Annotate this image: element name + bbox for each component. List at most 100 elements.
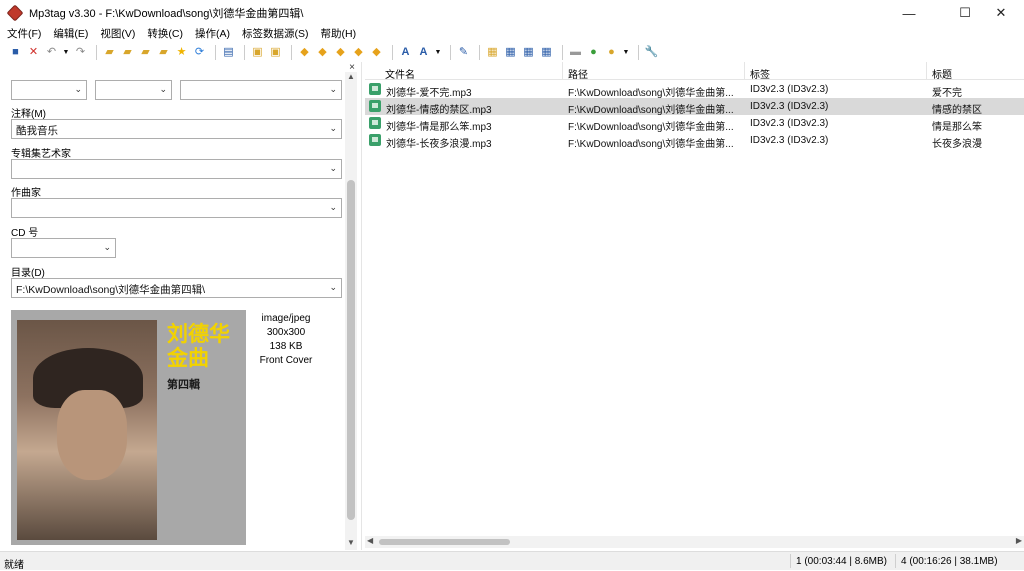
web-sources-dropdown-icon[interactable]: ▼ (622, 45, 630, 60)
quick-action-icon[interactable]: ▦ (521, 45, 536, 60)
web-sources-icon[interactable]: ● (586, 45, 601, 60)
cover-art[interactable]: 刘德华 金曲 第四輯 (11, 310, 246, 545)
tag-panel-scrollbar[interactable]: ▲ ▼ (345, 72, 357, 550)
redo-icon[interactable]: ↷ (73, 45, 88, 60)
image-dimensions: 300x300 (266, 327, 306, 338)
chevron-down-icon: ⌄ (74, 84, 82, 94)
composer-field[interactable]: ⌄ (11, 198, 342, 218)
copy-tag-icon[interactable]: ▣ (250, 45, 265, 60)
export-file-icon[interactable]: ▦ (539, 45, 554, 60)
album-artist-field[interactable]: ⌄ (11, 159, 342, 179)
status-selected: 1 (00:03:44 | 8.6MB) (796, 556, 887, 567)
open-folder-icon[interactable]: ▰ (120, 45, 135, 60)
remove-tag-icon[interactable]: ✕ (26, 45, 41, 60)
edit-icon[interactable]: ✎ (456, 45, 471, 60)
menu-file[interactable]: 文件(F) (0, 26, 46, 41)
directory-value: F:\KwDownload\song\刘德华金曲第四辑\ (16, 284, 206, 296)
title-bar: Mp3tag v3.30 - F:\KwDownload\song\刘德华金曲第… (0, 0, 1024, 26)
refresh-icon[interactable]: ⟳ (192, 45, 207, 60)
toolbar-separator (244, 44, 245, 60)
directory-field[interactable]: F:\KwDownload\song\刘德华金曲第四辑\ ⌄ (11, 278, 342, 298)
paste-tag-icon[interactable]: ▣ (268, 45, 283, 60)
tag-tag-icon[interactable]: ◆ (351, 45, 366, 60)
case-convert-dropdown-icon[interactable]: ▼ (434, 45, 442, 60)
case-convert-icon[interactable]: A (416, 45, 431, 60)
favorite-star-icon[interactable]: ★ (174, 45, 189, 60)
image-size: 138 KB (269, 341, 303, 352)
column-title[interactable]: 标题 (927, 62, 1024, 81)
web-sources-icon[interactable]: ● (604, 45, 619, 60)
cd-field[interactable]: ⌄ (11, 238, 116, 258)
export-icon[interactable]: ▰ (156, 45, 171, 60)
chevron-down-icon: ⌄ (329, 163, 337, 173)
menu-help[interactable]: 帮助(H) (314, 26, 362, 41)
table-row[interactable]: 刘德华-情是那么笨.mp3 F:\KwDownload\song\刘德华金曲第.… (365, 115, 1024, 132)
image-type: Front Cover (259, 355, 313, 366)
autonumber-icon[interactable]: ◆ (369, 45, 384, 60)
scroll-right-icon[interactable]: ▶ (1016, 536, 1022, 545)
scroll-left-icon[interactable]: ◀ (367, 536, 373, 545)
undo-icon[interactable]: ↶ (44, 45, 59, 60)
cd-label: CD 号 (11, 228, 39, 239)
genre-dropdown[interactable]: ⌄ (180, 80, 342, 100)
column-path[interactable]: 路径 (563, 62, 745, 81)
save-playlist-icon[interactable]: ▰ (138, 45, 153, 60)
row-filename: 刘德华-爱不完.mp3 (386, 88, 472, 98)
row-path: F:\KwDownload\song\刘德华金曲第... (568, 139, 734, 149)
menu-view[interactable]: 视图(V) (93, 26, 140, 41)
toolbar-separator (215, 44, 216, 60)
filename-tag-icon[interactable]: ◆ (315, 45, 330, 60)
row-filename: 刘德华-长夜多浪漫.mp3 (386, 139, 492, 149)
tag-filename-icon[interactable]: ◆ (297, 45, 312, 60)
row-title: 爱不完 (932, 88, 962, 98)
window-title: Mp3tag v3.30 - F:\KwDownload\song\刘德华金曲第… (29, 8, 304, 20)
image-info: image/jpeg 300x300 138 KB Front Cover (250, 312, 322, 368)
menu-convert[interactable]: 转换(C) (140, 26, 188, 41)
settings-icon[interactable]: 🔧 (644, 45, 659, 60)
comment-field[interactable]: 酷我音乐 ⌄ (11, 119, 342, 139)
scroll-down-icon[interactable]: ▼ (345, 538, 357, 550)
action-group-icon[interactable]: ▦ (503, 45, 518, 60)
toolbar: ■ ✕ ↶ ▼ ↷ ▰ ▰ ▰ ▰ ★ ⟳ ▤ ▣ ▣ ◆ ◆ ◆ ◆ ◆ A … (0, 42, 1024, 62)
row-tag: ID3v2.3 (ID3v2.3) (750, 84, 829, 95)
file-list-hscrollbar[interactable]: ◀ ▶ (365, 536, 1024, 548)
row-path: F:\KwDownload\song\刘德华金曲第... (568, 122, 734, 132)
column-filename[interactable]: 文件名 (365, 62, 563, 81)
table-row[interactable]: 刘德华-爱不完.mp3 F:\KwDownload\song\刘德华金曲第...… (365, 81, 1024, 98)
close-button[interactable]: ✕ (978, 0, 1024, 26)
menu-edit[interactable]: 编辑(E) (46, 26, 93, 41)
add-folder-icon[interactable]: ▰ (102, 45, 117, 60)
toolbar-separator (638, 44, 639, 60)
minimize-button[interactable]: — (886, 0, 932, 26)
row-tag: ID3v2.3 (ID3v2.3) (750, 118, 829, 129)
image-mime: image/jpeg (261, 313, 311, 324)
freedb-icon[interactable]: ▬ (568, 45, 583, 60)
scroll-up-icon[interactable]: ▲ (345, 72, 357, 84)
column-tag[interactable]: 标签 (745, 62, 927, 81)
scroll-thumb[interactable] (379, 539, 510, 545)
mp3tag-logo-icon (6, 4, 24, 22)
year-dropdown[interactable]: ⌄ (11, 80, 87, 100)
file-list-header: 文件名 路径 标签 标题 (365, 62, 1024, 81)
save-icon[interactable]: ■ (8, 45, 23, 60)
menu-tag-sources[interactable]: 标签数据源(S) (235, 26, 314, 41)
toolbar-separator (562, 44, 563, 60)
table-row[interactable]: 刘德华-长夜多浪漫.mp3 F:\KwDownload\song\刘德华金曲第.… (365, 132, 1024, 149)
track-dropdown[interactable]: ⌄ (95, 80, 172, 100)
mp3-file-icon (369, 134, 381, 146)
scroll-thumb[interactable] (347, 180, 355, 520)
row-tag: ID3v2.3 (ID3v2.3) (750, 101, 829, 112)
undo-dropdown-icon[interactable]: ▼ (62, 45, 70, 60)
menu-actions[interactable]: 操作(A) (188, 26, 235, 41)
chevron-down-icon: ⌄ (103, 242, 111, 252)
tag-panel-icon[interactable]: ▤ (221, 45, 236, 60)
row-filename: 刘德华-情是那么笨.mp3 (386, 122, 492, 132)
toolbar-separator (96, 44, 97, 60)
actions-icon[interactable]: ▦ (485, 45, 500, 60)
case-convert-icon[interactable]: A (398, 45, 413, 60)
row-tag: ID3v2.3 (ID3v2.3) (750, 135, 829, 146)
table-row[interactable]: 刘德华-情感的禁区.mp3 F:\KwDownload\song\刘德华金曲第.… (365, 98, 1024, 115)
row-title: 情感的禁区 (932, 105, 982, 115)
text-file-tag-icon[interactable]: ◆ (333, 45, 348, 60)
status-total: 4 (00:16:26 | 38.1MB) (901, 556, 998, 567)
